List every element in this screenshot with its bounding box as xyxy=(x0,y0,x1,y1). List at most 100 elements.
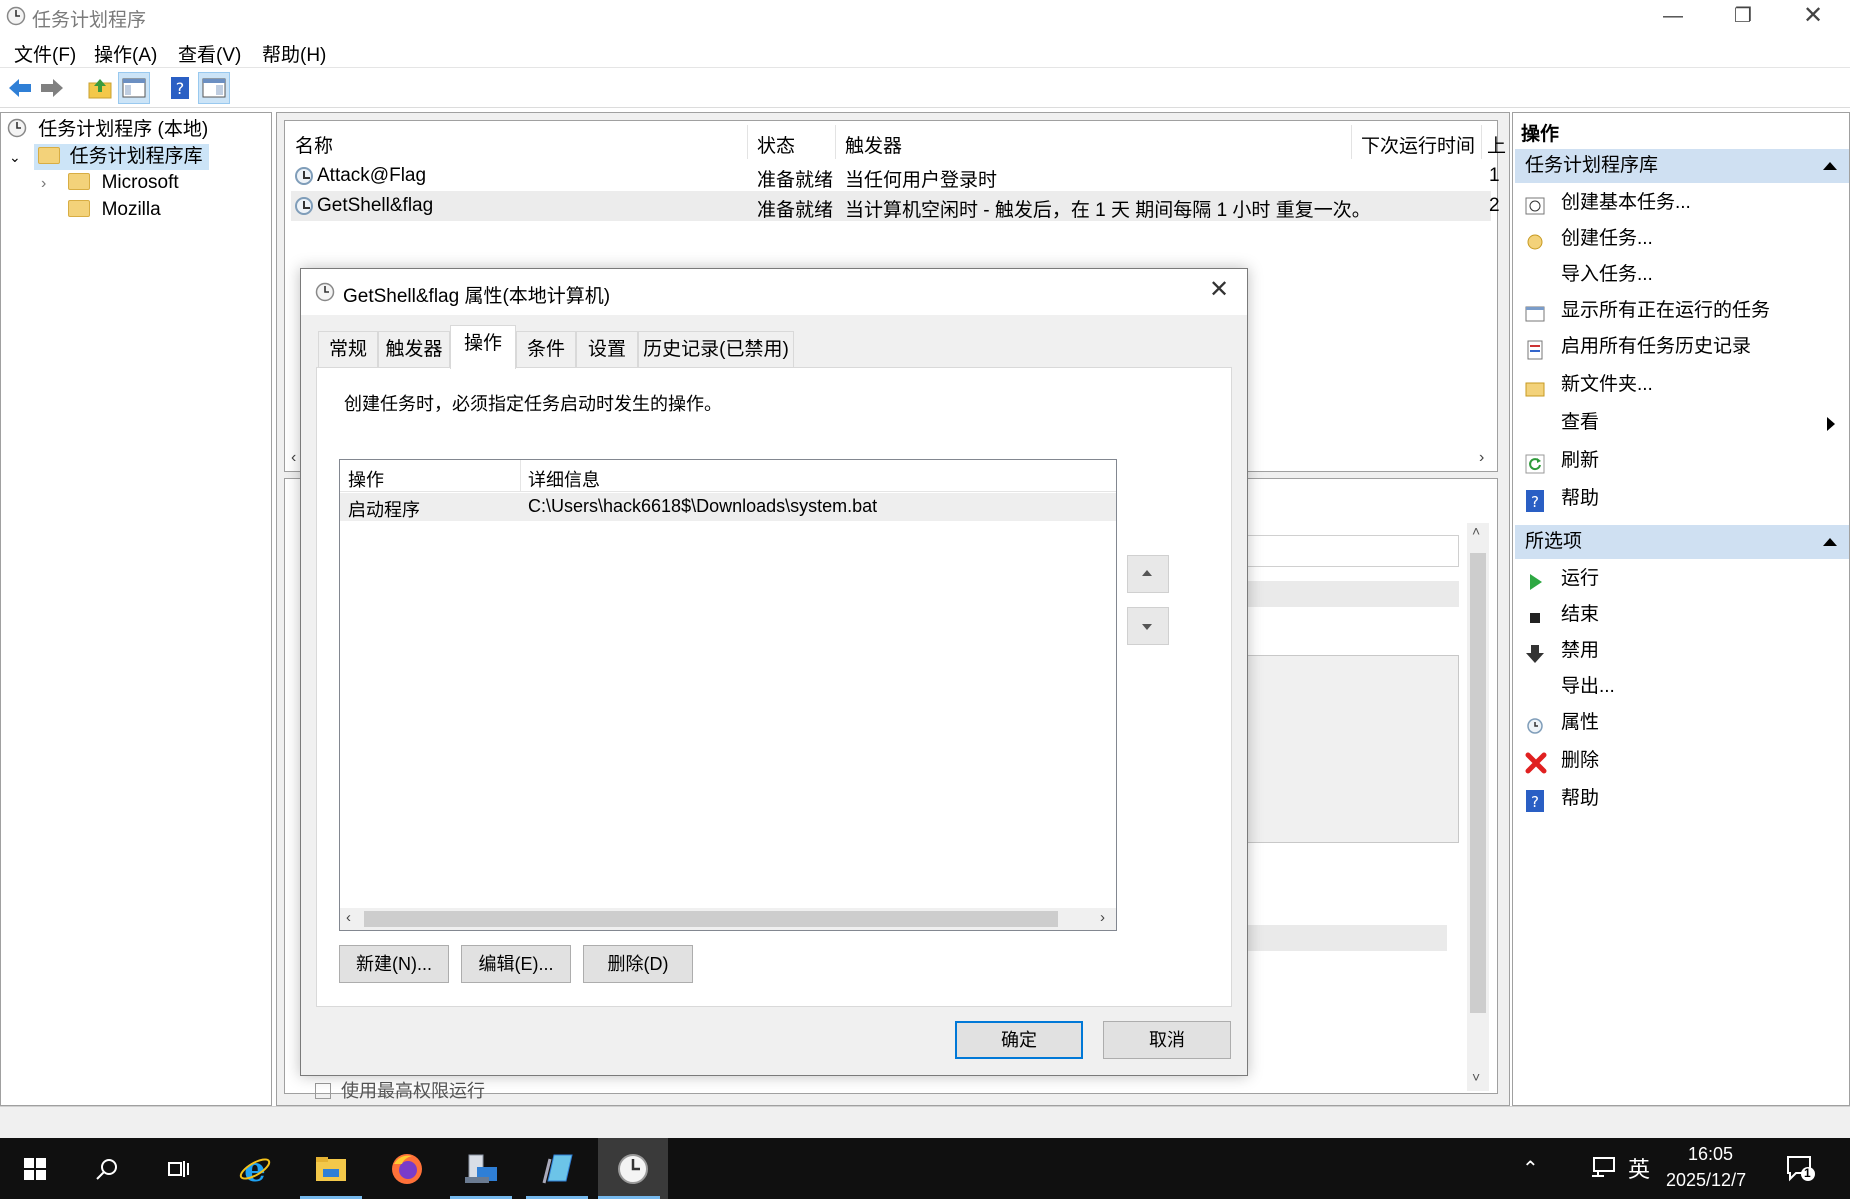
column-separator[interactable] xyxy=(747,125,748,159)
column-separator[interactable] xyxy=(520,460,521,492)
restore-button[interactable]: ❐ xyxy=(1708,0,1778,34)
scrollbar-thumb[interactable] xyxy=(1470,553,1486,1013)
tab-conditions[interactable]: 条件 xyxy=(516,331,576,367)
action-new-folder[interactable]: 新文件夹... xyxy=(1515,367,1849,403)
show-hide-console-tree-icon[interactable] xyxy=(118,72,150,104)
tree-library[interactable]: ⌄ 任务计划程序库 xyxy=(9,144,209,170)
clock-date[interactable]: 2025/12/7 xyxy=(1666,1170,1746,1191)
list-item[interactable]: 启动程序 C:\Users\hack6618$\Downloads\system… xyxy=(340,493,1116,521)
collapse-triangle-icon[interactable] xyxy=(1823,538,1837,546)
action-delete[interactable]: 删除 xyxy=(1515,743,1849,779)
column-separator[interactable] xyxy=(1481,125,1482,159)
new-action-button[interactable]: 新建(N)... xyxy=(339,945,449,983)
tree-folder-microsoft[interactable]: › Microsoft xyxy=(41,170,179,196)
start-windows-icon[interactable] xyxy=(4,1138,66,1199)
action-enable-history[interactable]: 启用所有任务历史记录 xyxy=(1515,329,1849,365)
forward-arrow-icon[interactable] xyxy=(36,72,68,104)
tab-general[interactable]: 常规 xyxy=(318,331,378,367)
chevron-right-icon[interactable]: › xyxy=(41,171,55,197)
section-header-selected[interactable]: 所选项 xyxy=(1515,525,1849,559)
clock-icon xyxy=(7,118,27,146)
action-end[interactable]: 结束 xyxy=(1515,597,1849,633)
clock-time[interactable]: 16:05 xyxy=(1688,1144,1733,1165)
action-help[interactable]: ? 帮助 xyxy=(1515,481,1849,517)
scroll-right-arrow[interactable]: › xyxy=(1479,449,1484,467)
column-separator[interactable] xyxy=(1351,125,1352,159)
action-view[interactable]: 查看 xyxy=(1515,405,1849,441)
action-help-selected[interactable]: ? 帮助 xyxy=(1515,781,1849,817)
show-hide-action-pane-icon[interactable] xyxy=(198,72,230,104)
move-down-button[interactable] xyxy=(1127,607,1169,645)
section-header-library[interactable]: 任务计划程序库 xyxy=(1515,149,1849,183)
tree-folder-mozilla[interactable]: Mozilla xyxy=(41,197,161,223)
scroll-right-arrow[interactable]: › xyxy=(1100,909,1105,926)
delete-action-button[interactable]: 删除(D) xyxy=(583,945,693,983)
server-manager-icon[interactable] xyxy=(450,1138,512,1199)
menu-action[interactable]: 操作(A) xyxy=(94,40,157,67)
scroll-up-arrow[interactable]: ˄ xyxy=(1472,523,1480,539)
action-center-notification-icon[interactable]: 1 xyxy=(1786,1154,1816,1190)
toolbar: ? xyxy=(0,68,1850,108)
close-button[interactable]: ✕ xyxy=(1778,0,1848,34)
action-label: 结束 xyxy=(1561,604,1600,625)
section-title: 任务计划程序库 xyxy=(1525,155,1659,176)
scroll-left-arrow[interactable]: ‹ xyxy=(346,909,351,926)
firefox-icon[interactable] xyxy=(376,1138,438,1199)
help-icon[interactable]: ? xyxy=(164,72,196,104)
scrollbar-thumb[interactable] xyxy=(364,911,1058,927)
internet-explorer-icon[interactable]: e xyxy=(224,1138,286,1199)
task-view-icon[interactable] xyxy=(148,1138,210,1199)
column-header-action[interactable]: 操作 xyxy=(348,466,384,492)
action-refresh[interactable]: 刷新 xyxy=(1515,443,1849,479)
ime-indicator[interactable]: 英 xyxy=(1628,1152,1650,1184)
highest-privileges-checkbox[interactable]: 使用最高权限运行 xyxy=(315,1077,485,1103)
action-run[interactable]: 运行 xyxy=(1515,561,1849,597)
up-folder-icon[interactable] xyxy=(84,72,116,104)
vertical-scrollbar[interactable]: ˄ ˅ xyxy=(1467,523,1489,1091)
column-header-next-run[interactable]: 下次运行时间 xyxy=(1361,131,1475,158)
collapse-triangle-icon[interactable] xyxy=(1823,162,1837,170)
action-show-running-tasks[interactable]: 显示所有正在运行的任务 xyxy=(1515,293,1849,329)
menu-file[interactable]: 文件(F) xyxy=(14,40,76,67)
column-header-name[interactable]: 名称 xyxy=(295,131,333,158)
file-explorer-icon[interactable] xyxy=(300,1138,362,1199)
minimize-button[interactable]: — xyxy=(1638,0,1708,34)
network-icon[interactable] xyxy=(1590,1156,1616,1184)
tab-history[interactable]: 历史记录(已禁用) xyxy=(638,331,794,367)
menu-view[interactable]: 查看(V) xyxy=(178,40,241,67)
column-separator[interactable] xyxy=(835,125,836,159)
column-header-last-run[interactable]: 上 xyxy=(1487,131,1506,158)
horizontal-scrollbar[interactable]: ‹ › xyxy=(340,908,1116,930)
tab-triggers[interactable]: 触发器 xyxy=(378,331,450,367)
menu-help[interactable]: 帮助(H) xyxy=(262,40,326,67)
action-create-basic-task[interactable]: 创建基本任务... xyxy=(1515,185,1849,221)
scroll-left-arrow[interactable]: ‹ xyxy=(291,449,296,467)
scroll-down-arrow[interactable]: ˅ xyxy=(1472,1069,1480,1085)
action-disable[interactable]: 禁用 xyxy=(1515,633,1849,669)
tree-root[interactable]: 任务计划程序 (本地) xyxy=(7,117,208,143)
detail-field xyxy=(1247,925,1447,951)
chevron-down-icon[interactable]: ⌄ xyxy=(9,144,23,170)
task-scheduler-taskbar-icon[interactable] xyxy=(598,1138,668,1199)
column-header-trigger[interactable]: 触发器 xyxy=(845,131,902,158)
column-header-details[interactable]: 详细信息 xyxy=(528,466,600,492)
cancel-button[interactable]: 取消 xyxy=(1103,1021,1231,1059)
table-row-selected[interactable]: GetShell&flag 准备就绪 当计算机空闲时 - 触发后，在 1 天 期… xyxy=(291,191,1500,221)
ok-button[interactable]: 确定 xyxy=(955,1021,1083,1059)
show-hidden-icons-chevron-icon[interactable]: ⌃ xyxy=(1522,1156,1539,1181)
action-import-task[interactable]: 导入任务... xyxy=(1515,257,1849,293)
action-create-task[interactable]: 创建任务... xyxy=(1515,221,1849,257)
dialog-close-button[interactable]: ✕ xyxy=(1209,275,1229,304)
back-arrow-icon[interactable] xyxy=(4,72,36,104)
move-up-button[interactable] xyxy=(1127,555,1169,593)
table-row[interactable]: Attack@Flag 准备就绪 当任何用户登录时 1 xyxy=(291,161,1500,191)
task-properties-dialog: GetShell&flag 属性(本地计算机) ✕ 常规 触发器 操作 条件 设… xyxy=(300,268,1248,1076)
action-properties[interactable]: 属性 xyxy=(1515,705,1849,741)
edit-action-button[interactable]: 编辑(E)... xyxy=(461,945,571,983)
notepad-app-icon[interactable] xyxy=(526,1138,588,1199)
tab-settings[interactable]: 设置 xyxy=(576,331,638,367)
tab-actions[interactable]: 操作 xyxy=(450,325,516,369)
column-header-status[interactable]: 状态 xyxy=(757,131,795,158)
action-export[interactable]: 导出... xyxy=(1515,669,1849,705)
search-icon[interactable] xyxy=(76,1138,138,1199)
